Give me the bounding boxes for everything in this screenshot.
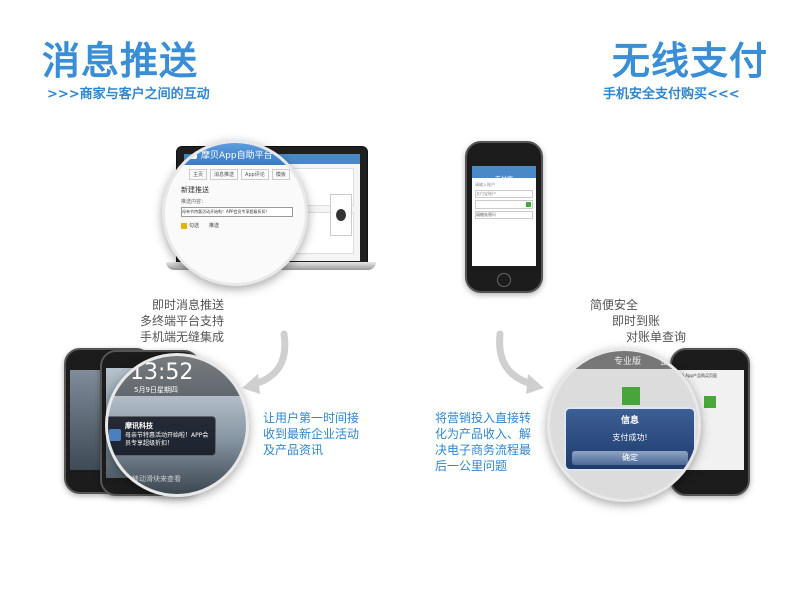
laptop-tabs: 主页 消息推送 App评论 模板	[189, 169, 290, 180]
push-content-field[interactable]: 母亲节特惠活动开始啦！APP会员专享超级折扣！	[181, 207, 293, 217]
lock-time: 13:52	[130, 360, 194, 385]
notification-app-icon	[109, 429, 121, 441]
tab-pro[interactable]: 专业版	[614, 354, 641, 367]
curved-arrow-right-icon	[496, 330, 544, 394]
product-icon	[622, 387, 640, 405]
curved-arrow-left-icon	[242, 330, 289, 394]
tab-template[interactable]: 模板	[271, 169, 290, 180]
unlock-slider[interactable]: 移动滑块来查看	[132, 474, 181, 484]
feature-item: 多终端平台支持	[139, 314, 224, 328]
payment-magnifier: 专业版 企业 信息 支付成功! 确定	[547, 348, 701, 502]
right-title: 无线支付	[612, 39, 769, 83]
laptop-magnifier: 摩贝App自助平台 主页 消息推送 App评论 模板 新建推送 推送内容： 母亲…	[162, 140, 308, 286]
left-features: 即时消息推送 多终端平台支持 手机端无缝集成	[120, 297, 224, 345]
lockscreen-magnifier: 13:52 5月9日星期四 摩讯科技 母亲节特惠活动开始啦！APP会员专享超级折…	[105, 353, 249, 497]
pay-header: 支付宝	[494, 176, 513, 183]
dialog-ok-button[interactable]: 确定	[572, 451, 688, 465]
submit-button[interactable]: 推送	[209, 222, 219, 229]
right-subtitle: 手机安全支付购买<<<	[603, 87, 740, 102]
dialog-message: 支付成功!	[612, 433, 648, 442]
field-label: 推送内容：	[181, 199, 207, 205]
payment-dialog: 信息 支付成功! 确定	[564, 407, 696, 471]
right-features: 简便安全 即时到账 对账单查询	[590, 297, 686, 345]
pay-account-field[interactable]: 支付宝账户	[475, 190, 533, 198]
left-title: 消息推送	[42, 39, 199, 83]
lock-date: 5月9日星期四	[134, 386, 178, 394]
check-label: 勾选	[189, 223, 200, 229]
pay-phone-screen: 支付宝 请输入账户 支付宝账户 记住账号 请输入密码	[472, 166, 536, 266]
right-description: 将营销投入直接转 化为产品收入、解 决电子商务流程最 后一公里问题	[435, 411, 532, 473]
feature-item: 简便安全	[590, 298, 639, 312]
tab-enterprise[interactable]: 企业	[660, 354, 678, 367]
feature-item: 手机端无缝集成	[139, 330, 224, 344]
tab-review[interactable]: App评论	[241, 169, 269, 180]
dialog-title: 信息	[620, 416, 639, 426]
product-icon	[704, 396, 716, 408]
app-logo-icon	[187, 149, 197, 159]
left-subtitle: >>>商家与客户之间的互动	[47, 87, 210, 102]
laptop-app-title: 摩贝App自助平台	[201, 151, 273, 161]
left-description: 让用户第一时间接 收到最新企业活动 及产品资讯	[263, 411, 360, 457]
pay-remember-row[interactable]: 记住账号	[475, 200, 533, 217]
tab-push[interactable]: 消息推送	[210, 169, 239, 180]
notification-app: 摩讯科技	[125, 422, 153, 430]
feature-item: 即时消息推送	[151, 298, 224, 312]
feature-item: 对账单查询	[626, 330, 687, 344]
tab-home[interactable]: 主页	[189, 169, 208, 180]
check-icon[interactable]	[181, 223, 187, 229]
notification[interactable]: 摩讯科技 母亲节特惠活动开始啦！APP会员专享超级折扣！	[108, 416, 216, 456]
notification-text: 母亲节特惠活动开始啦！APP会员专享超级折扣！	[125, 432, 209, 447]
panel-title: 新建推送	[181, 186, 209, 194]
feature-item: 即时到账	[612, 314, 661, 328]
pay-phone: 支付宝 请输入账户 支付宝账户 记住账号 请输入密码	[465, 141, 543, 293]
home-button-icon[interactable]	[497, 273, 511, 287]
remember-check-icon[interactable]	[526, 202, 531, 207]
